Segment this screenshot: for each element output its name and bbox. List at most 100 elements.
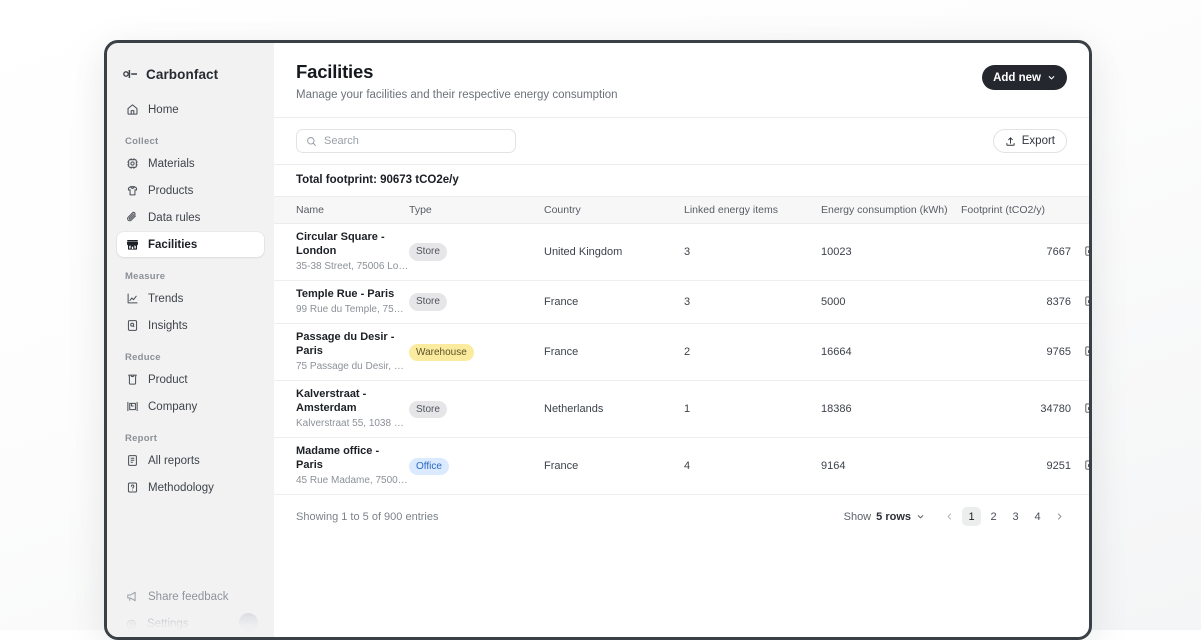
cell-country: France: [544, 280, 684, 325]
facility-name: Temple Rue - Paris: [296, 288, 395, 300]
cell-linked-energy-items: 4: [684, 437, 821, 496]
facility-address: Kalverstraat 55, 1038 XB Ams: [296, 417, 409, 429]
status-badge: Office: [409, 457, 449, 475]
facility-address: 45 Rue Madame, 75006 Paris: [296, 474, 409, 486]
cell-type: Store: [409, 280, 544, 325]
sidebar: Carbonfact Home Collect Materials Produc…: [107, 43, 274, 637]
chevron-down-icon: [1047, 73, 1056, 82]
column-header-linked-energy-items[interactable]: Linked energy items: [684, 196, 821, 224]
sidebar-item-company[interactable]: Company: [117, 394, 264, 419]
total-footprint: Total footprint: 90673 tCO2e/y: [296, 174, 459, 186]
sidebar-item-products[interactable]: Products: [117, 178, 264, 203]
table-header: Name Type Country Linked energy items En…: [274, 196, 1089, 224]
cell-type: Office: [409, 437, 544, 496]
sidebar-item-insights[interactable]: Insights: [117, 313, 264, 338]
rows-per-page-select[interactable]: Show 5 rows: [844, 511, 925, 523]
table-row[interactable]: Passage du Desir - Paris 75 Passage du D…: [274, 323, 1089, 382]
status-badge: Store: [409, 243, 447, 261]
megaphone-icon: [125, 590, 139, 604]
pagination: Show 5 rows 1 2 3 4: [844, 507, 1069, 527]
facility-address: 99 Rue du Temple, 75003 P...: [296, 303, 409, 315]
cell-name: Kalverstraat - Amsterdam Kalverstraat 55…: [274, 380, 409, 439]
sidebar-item-label: Data rules: [148, 211, 201, 224]
cell-country: France: [544, 437, 684, 496]
table-row[interactable]: Temple Rue - Paris 99 Rue du Temple, 750…: [274, 280, 1089, 325]
sidebar-item-home[interactable]: Home: [117, 97, 264, 122]
cell-linked-energy-items: 2: [684, 323, 821, 382]
edit-icon[interactable]: [1084, 295, 1089, 307]
cell-name: Passage du Desir - Paris 75 Passage du D…: [274, 323, 409, 382]
sidebar-item-label: All reports: [148, 454, 200, 467]
cell-type: Store: [409, 380, 544, 439]
edit-icon[interactable]: [1084, 345, 1089, 357]
table-row[interactable]: Madame office - Paris 45 Rue Madame, 750…: [274, 437, 1089, 496]
sidebar-item-label: Facilities: [148, 238, 198, 251]
product-icon: [125, 373, 139, 387]
settings-row[interactable]: Settings: [117, 611, 264, 637]
main-content: Facilities Manage your facilities and th…: [274, 43, 1089, 637]
sidebar-item-facilities[interactable]: Facilities: [117, 232, 264, 257]
sidebar-group-report: Report: [125, 433, 158, 444]
rows-value: 5 rows: [876, 510, 911, 523]
edit-icon[interactable]: [1084, 459, 1089, 471]
column-header-name[interactable]: Name: [274, 196, 409, 224]
cell-actions: [1071, 280, 1089, 325]
sidebar-item-label: Methodology: [148, 481, 214, 494]
cell-footprint: 7667: [961, 223, 1071, 281]
page-button-1[interactable]: 1: [962, 507, 981, 527]
brand-name: Carbonfact: [146, 66, 219, 82]
cell-linked-energy-items: 1: [684, 380, 821, 439]
avatar[interactable]: [239, 613, 258, 632]
page-subtitle: Manage your facilities and their respect…: [296, 89, 618, 101]
facilities-icon: [125, 238, 139, 252]
column-header-type[interactable]: Type: [409, 196, 544, 224]
cell-footprint: 9765: [961, 323, 1071, 382]
cell-name: Temple Rue - Paris 99 Rue du Temple, 750…: [274, 280, 409, 325]
add-new-label: Add new: [993, 71, 1041, 84]
next-page-button[interactable]: [1050, 507, 1069, 526]
sidebar-item-data-rules[interactable]: Data rules: [117, 205, 264, 230]
add-new-button[interactable]: Add new: [982, 65, 1067, 90]
carbonfact-logo-icon: [123, 69, 139, 79]
methodology-icon: [125, 481, 139, 495]
brand[interactable]: Carbonfact: [107, 53, 274, 95]
chevron-right-icon: [1055, 512, 1064, 521]
data-rules-icon: [125, 211, 139, 225]
share-feedback-button[interactable]: Share feedback: [117, 584, 264, 609]
sidebar-item-all-reports[interactable]: All reports: [117, 448, 264, 473]
column-header-actions: [1071, 196, 1089, 224]
export-button[interactable]: Export: [992, 129, 1067, 153]
sidebar-group-collect: Collect: [125, 136, 159, 147]
search-input[interactable]: [324, 135, 506, 147]
cell-name: Madame office - Paris 45 Rue Madame, 750…: [274, 437, 409, 496]
page-button-3[interactable]: 3: [1006, 507, 1025, 526]
sidebar-item-materials[interactable]: Materials: [117, 151, 264, 176]
table-footer: Showing 1 to 5 of 900 entries Show 5 row…: [274, 495, 1089, 538]
cell-footprint: 34780: [961, 380, 1071, 439]
column-header-footprint[interactable]: Footprint (tCO2/y): [961, 196, 1071, 224]
edit-icon[interactable]: [1084, 402, 1089, 414]
sidebar-item-label: Materials: [148, 157, 195, 170]
column-header-energy-consumption[interactable]: Energy consumption (kWh): [821, 196, 961, 224]
all-reports-icon: [125, 454, 139, 468]
page-title: Facilities: [296, 61, 374, 82]
search-box[interactable]: [296, 129, 516, 153]
page-button-2[interactable]: 2: [984, 507, 1003, 526]
sidebar-item-methodology[interactable]: Methodology: [117, 475, 264, 500]
sidebar-item-trends[interactable]: Trends: [117, 286, 264, 311]
edit-icon[interactable]: [1084, 245, 1089, 257]
page-button-4[interactable]: 4: [1028, 507, 1047, 526]
entries-label: Showing 1 to 5 of 900 entries: [296, 510, 439, 523]
table-row[interactable]: Circular Square - London 35-38 Street, 7…: [274, 223, 1089, 281]
cell-energy-consumption: 9164: [821, 437, 961, 496]
table-row[interactable]: Kalverstraat - Amsterdam Kalverstraat 55…: [274, 380, 1089, 439]
facilities-table: Name Type Country Linked energy items En…: [274, 196, 1089, 496]
home-icon: [125, 103, 139, 117]
sidebar-item-product[interactable]: Product: [117, 367, 264, 392]
facility-name: Circular Square - London: [296, 231, 385, 257]
cell-energy-consumption: 10023: [821, 223, 961, 281]
cell-energy-consumption: 5000: [821, 280, 961, 325]
column-header-country[interactable]: Country: [544, 196, 684, 224]
show-label: Show: [843, 510, 872, 523]
prev-page-button[interactable]: [940, 507, 959, 526]
